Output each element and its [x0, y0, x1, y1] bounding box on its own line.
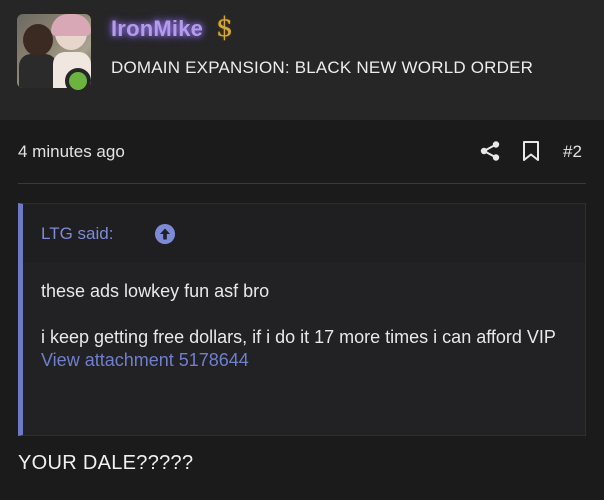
user-title: DOMAIN EXPANSION: BLACK NEW WORLD ORDER — [111, 58, 534, 77]
quote-text: these ads lowkey fun asf bro — [41, 281, 270, 301]
post-meta: 4 minutes ago #2 — [0, 128, 604, 174]
bookmark-icon[interactable] — [522, 140, 540, 162]
divider — [18, 183, 586, 184]
username-link[interactable]: IronMike — [111, 16, 203, 42]
post-timestamp[interactable]: 4 minutes ago — [18, 142, 125, 162]
online-status-indicator — [65, 68, 91, 94]
dollar-icon: $ — [216, 12, 234, 43]
quote-header: LTG said: — [23, 204, 585, 262]
post-header: IronMike $ DOMAIN EXPANSION: BLACK NEW W… — [0, 0, 604, 120]
quote-text: i keep getting free dollars, if i do it … — [41, 327, 556, 347]
quote-author-link[interactable]: LTG said: — [41, 224, 113, 244]
avatar[interactable] — [17, 14, 91, 94]
post-body: YOUR DALE????? — [18, 452, 194, 474]
arrow-up-icon[interactable] — [155, 224, 175, 244]
quote-block: LTG said: these ads lowkey fun asf bro i… — [18, 203, 586, 436]
share-icon[interactable] — [479, 140, 501, 162]
quote-body: these ads lowkey fun asf bro i keep gett… — [41, 280, 561, 372]
attachment-link[interactable]: View attachment 5178644 — [41, 349, 561, 372]
post-number-link[interactable]: #2 — [563, 142, 582, 162]
